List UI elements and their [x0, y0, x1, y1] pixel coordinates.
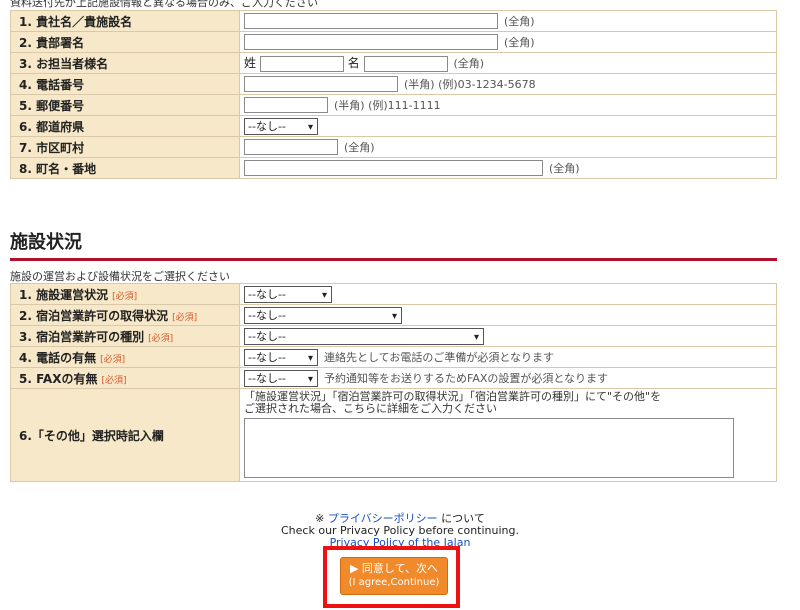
fax-availability-label: 5. FAXの有無 [必須]: [10, 367, 240, 389]
phone-requirement-note: 連絡先としてお電話のご準備が必須となります: [324, 350, 555, 364]
department-input[interactable]: [244, 34, 498, 51]
required-badge: [必須]: [100, 354, 126, 365]
street-address-input[interactable]: [244, 160, 543, 177]
postal-code-label: 5. 郵便番号: [10, 94, 240, 116]
hint-text: (全角): [504, 14, 535, 28]
section-title: 施設状況: [10, 232, 82, 253]
first-name-label: 名: [347, 56, 360, 71]
table-row: 6. 都道府県 --なし-- ▾: [10, 115, 777, 137]
agree-button-label: ▶ 同意して、次へ: [349, 562, 439, 575]
contact-form-table: 1. 貴社名／貴施設名 (全角) 2. 貴部署名 (全角) 3. お担当者様名 …: [10, 10, 777, 179]
table-row: 5. FAXの有無 [必須] --なし-- ▾ 予約通知等をお送りするためFAXの設置…: [10, 367, 777, 389]
phone-label: 4. 電話番号: [10, 73, 240, 95]
prefecture-label: 6. 都道府県: [10, 115, 240, 137]
other-details-label: 6.「その他」選択時記入欄: [10, 388, 240, 482]
table-row: 3. 宿泊営業許可の種別 [必須] --なし-- ▾: [10, 325, 777, 347]
fax-availability-select[interactable]: --なし-- ▾: [244, 369, 318, 387]
required-badge: [必須]: [101, 375, 127, 386]
chevron-down-icon: ▾: [473, 331, 479, 343]
agree-continue-button[interactable]: ▶ 同意して、次へ (I agree,Continue): [340, 557, 448, 595]
operation-status-select[interactable]: --なし-- ▾: [244, 285, 332, 303]
section-note: 施設の運営および設備状況をご選択ください: [10, 270, 230, 283]
address-note: 資料送付先が上記施設情報と異なる場合のみ、ご入力ください: [10, 0, 318, 9]
table-row: 1. 貴社名／貴施設名 (全角): [10, 10, 777, 32]
department-label: 2. 貴部署名: [10, 31, 240, 53]
company-name-label: 1. 貴社名／貴施設名: [10, 10, 240, 32]
phone-availability-select[interactable]: --なし-- ▾: [244, 348, 318, 366]
chevron-down-icon: ▾: [307, 352, 313, 364]
city-input[interactable]: [244, 139, 338, 156]
last-name-input[interactable]: [259, 55, 344, 72]
hint-text: (全角): [504, 35, 535, 49]
privacy-notice: ※ プライバシーポリシー について Check our Privacy Poli…: [0, 513, 800, 549]
table-row: 4. 電話の有無 [必須] --なし-- ▾ 連絡先としてお電話のご準備が必須となりま…: [10, 346, 777, 368]
hint-text: (全角): [453, 57, 485, 71]
other-details-textarea[interactable]: [244, 418, 734, 478]
phone-input[interactable]: [244, 76, 398, 93]
chevron-down-icon: ▾: [321, 289, 327, 301]
hint-text: (半角) (例)03-1234-5678: [404, 77, 536, 91]
license-type-label: 3. 宿泊営業許可の種別 [必須]: [10, 325, 240, 347]
last-name-label: 姓: [244, 56, 257, 71]
table-row: 7. 市区町村 (全角): [10, 136, 777, 158]
table-row: 1. 施設運営状況 [必須] --なし-- ▾: [10, 283, 777, 305]
license-type-select[interactable]: --なし-- ▾: [244, 327, 484, 345]
chevron-down-icon: ▾: [307, 373, 313, 385]
license-status-label: 2. 宿泊営業許可の取得状況 [必須]: [10, 304, 240, 326]
agree-button-sublabel: (I agree,Continue): [348, 577, 440, 588]
table-row: 2. 宿泊営業許可の取得状況 [必須] --なし-- ▾: [10, 304, 777, 326]
fax-requirement-note: 予約通知等をお送りするためFAXの設置が必須となります: [324, 371, 609, 385]
street-address-label: 8. 町名・番地: [10, 157, 240, 179]
table-row: 2. 貴部署名 (全角): [10, 31, 777, 53]
company-name-input[interactable]: [244, 13, 498, 30]
city-label: 7. 市区町村: [10, 136, 240, 158]
required-badge: [必須]: [172, 312, 198, 323]
facility-form-table: 1. 施設運営状況 [必須] --なし-- ▾ 2. 宿泊営業許可の取得状況 [必須]…: [10, 283, 777, 482]
table-row: 5. 郵便番号 (半角) (例)111-1111: [10, 94, 777, 116]
chevron-down-icon: ▾: [391, 310, 397, 322]
postal-code-input[interactable]: [244, 97, 328, 114]
phone-availability-label: 4. 電話の有無 [必須]: [10, 346, 240, 368]
prefecture-select[interactable]: --なし-- ▾: [244, 117, 318, 135]
hint-text: (全角): [344, 140, 375, 154]
table-row: 6.「その他」選択時記入欄 「施設運営状況」「宿泊営業許可の取得状況」「宿泊営業…: [10, 388, 777, 482]
section-divider: [10, 258, 777, 261]
hint-text: (半角) (例)111-1111: [334, 98, 441, 112]
required-badge: [必須]: [112, 291, 138, 302]
chevron-down-icon: ▾: [307, 121, 313, 133]
first-name-input[interactable]: [363, 55, 448, 72]
other-details-note: 「施設運営状況」「宿泊営業許可の取得状況」「宿泊営業許可の種別」にて"その他"を…: [244, 390, 662, 415]
hint-text: (全角): [549, 161, 580, 175]
required-badge: [必須]: [148, 333, 174, 344]
license-status-select[interactable]: --なし-- ▾: [244, 306, 402, 324]
table-row: 8. 町名・番地 (全角): [10, 157, 777, 179]
table-row: 3. お担当者様名 姓 名 (全角): [10, 52, 777, 74]
contact-person-label: 3. お担当者様名: [10, 52, 240, 74]
operation-status-label: 1. 施設運営状況 [必須]: [10, 283, 240, 305]
table-row: 4. 電話番号 (半角) (例)03-1234-5678: [10, 73, 777, 95]
